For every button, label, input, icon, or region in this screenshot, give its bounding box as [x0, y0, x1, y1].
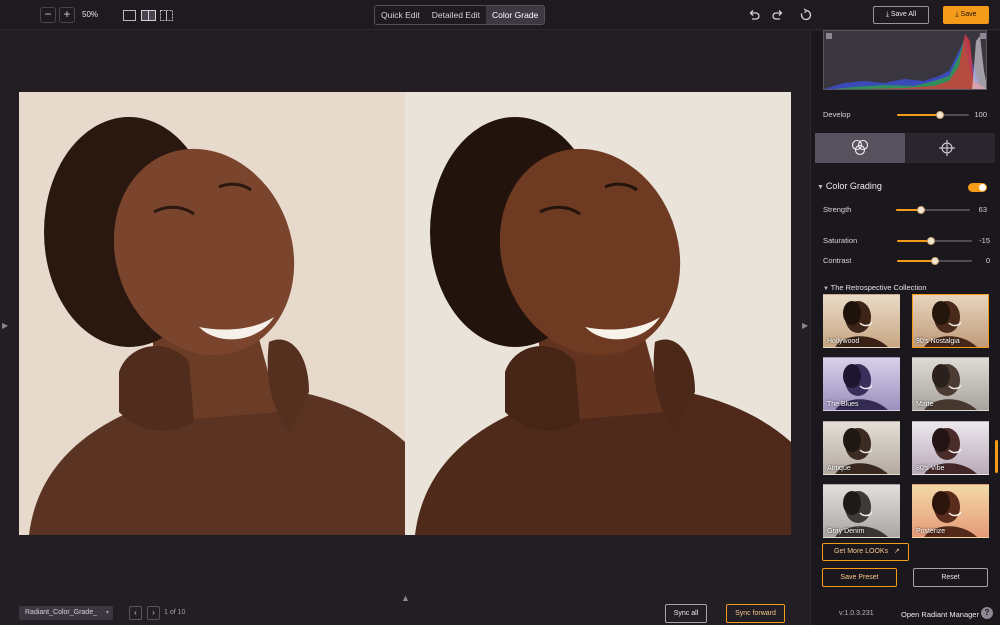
look-hollywood[interactable]: Hollywood: [823, 294, 900, 348]
reset-rotate-icon[interactable]: [799, 8, 813, 22]
looks-grid: Hollywood 90's Nostalgia The Blues Matte…: [823, 294, 993, 538]
single-view-icon[interactable]: [123, 10, 136, 21]
top-toolbar: − + 50% Quick Edit Detailed Edit Color G…: [0, 0, 1000, 30]
zoom-level: 50%: [82, 10, 99, 19]
before-photo: [19, 92, 405, 535]
look-label: 80's Vibe: [916, 465, 945, 472]
saturation-slider-handle[interactable]: [926, 237, 935, 245]
zoom-in-button[interactable]: +: [59, 7, 75, 23]
color-circles-icon: [851, 139, 869, 156]
expand-filmstrip-arrow-icon[interactable]: ▲: [401, 593, 410, 603]
chevron-down-icon: ▾: [105, 610, 109, 616]
external-link-icon: ↗: [894, 548, 900, 555]
save-all-label: Save All: [890, 11, 917, 18]
tab-detailed-edit[interactable]: Detailed Edit: [426, 6, 486, 24]
next-image-button[interactable]: ›: [147, 606, 160, 620]
help-icon[interactable]: ?: [981, 607, 993, 619]
strength-value: 63: [978, 205, 987, 214]
app-window: − + 50% Quick Edit Detailed Edit Color G…: [0, 0, 1000, 625]
save-preset-button[interactable]: Save Preset: [822, 568, 897, 587]
reset-button[interactable]: Reset: [913, 568, 988, 587]
look-80s-vibe[interactable]: 80's Vibe: [912, 421, 989, 475]
contrast-slider-handle[interactable]: [930, 257, 939, 265]
develop-slider[interactable]: [897, 111, 969, 119]
develop-value: 100: [974, 110, 987, 119]
collapse-left-arrow-icon[interactable]: ▶: [2, 321, 8, 330]
strength-slider[interactable]: [896, 206, 970, 214]
version-label: v:1.0.3.231: [839, 610, 874, 617]
look-gray-denim[interactable]: Gray Denim: [823, 484, 900, 538]
toggle-knob: [979, 184, 986, 191]
edit-mode-tabs: Quick Edit Detailed Edit Color Grade: [374, 5, 546, 25]
saturation-value: -15: [979, 236, 990, 245]
contrast-slider[interactable]: [897, 257, 972, 265]
contrast-value: 0: [985, 256, 990, 265]
get-more-looks-label: Get More LOOKs: [834, 548, 889, 555]
color-grading-toggle[interactable]: [968, 183, 987, 192]
crosshair-icon: [939, 140, 955, 156]
develop-slider-fill: [897, 114, 941, 116]
color-grading-title: Color Grading: [825, 181, 882, 191]
save-button[interactable]: ⤓ Save: [943, 6, 989, 24]
tab-quick-edit[interactable]: Quick Edit: [375, 6, 426, 24]
look-label: 90's Nostalgia: [916, 338, 960, 345]
collapse-right-arrow-icon[interactable]: ▶: [802, 321, 808, 330]
save-label: Save: [960, 11, 977, 18]
look-antique[interactable]: Antique: [823, 421, 900, 475]
target-mode-button[interactable]: [905, 133, 995, 163]
undo-icon[interactable]: [747, 8, 761, 22]
color-grading-header[interactable]: ▼ Color Grading: [817, 181, 882, 191]
develop-label: Develop: [823, 110, 851, 119]
sync-forward-button[interactable]: Sync forward: [726, 604, 785, 623]
collapse-triangle-icon: ▼: [823, 286, 831, 292]
look-label: Antique: [827, 465, 851, 472]
sync-all-button[interactable]: Sync all: [665, 604, 707, 623]
file-select[interactable]: Radiant_Color_Grade_ ▾: [19, 606, 113, 620]
get-more-looks-button[interactable]: Get More LOOKs ↗: [822, 543, 909, 561]
open-radiant-manager-link[interactable]: Open Radiant Manager: [901, 610, 979, 619]
after-photo: [405, 92, 791, 535]
look-90s-nostalgia[interactable]: 90's Nostalgia: [912, 294, 989, 348]
compare-view-icon[interactable]: [160, 10, 173, 21]
saturation-label: Saturation: [823, 236, 858, 245]
redo-icon[interactable]: [771, 8, 785, 22]
saturation-slider[interactable]: [897, 237, 972, 245]
collection-title: The Retrospective Collection: [830, 283, 927, 292]
look-posterize[interactable]: Posterize: [912, 484, 989, 538]
zoom-out-button[interactable]: −: [40, 7, 56, 23]
collapse-triangle-icon: ▼: [817, 184, 826, 191]
tab-color-grade[interactable]: Color Grade: [485, 6, 545, 24]
split-view-icon[interactable]: [141, 10, 156, 21]
contrast-label: Contrast: [823, 256, 852, 265]
color-grade-mode-button[interactable]: [815, 133, 905, 163]
look-the-blues[interactable]: The Blues: [823, 357, 900, 411]
saturation-slider-fill: [897, 240, 931, 242]
look-label: Posterize: [916, 528, 946, 535]
file-select-value: Radiant_Color_Grade_: [25, 609, 97, 616]
previous-image-button[interactable]: ‹: [129, 606, 142, 620]
contrast-slider-fill: [897, 260, 935, 262]
strength-label: Strength: [823, 205, 852, 214]
look-label: Matte: [916, 401, 934, 408]
look-matte[interactable]: Matte: [912, 357, 989, 411]
looks-scrollbar[interactable]: [995, 440, 998, 473]
look-label: Gray Denim: [827, 528, 865, 535]
histogram: [823, 30, 987, 90]
page-indicator: 1 of 10: [164, 609, 186, 616]
collection-header[interactable]: ▼ The Retrospective Collection: [823, 283, 927, 292]
look-label: Hollywood: [827, 338, 860, 345]
look-label: The Blues: [827, 401, 859, 408]
save-all-button[interactable]: ⤓ Save All: [873, 6, 929, 24]
